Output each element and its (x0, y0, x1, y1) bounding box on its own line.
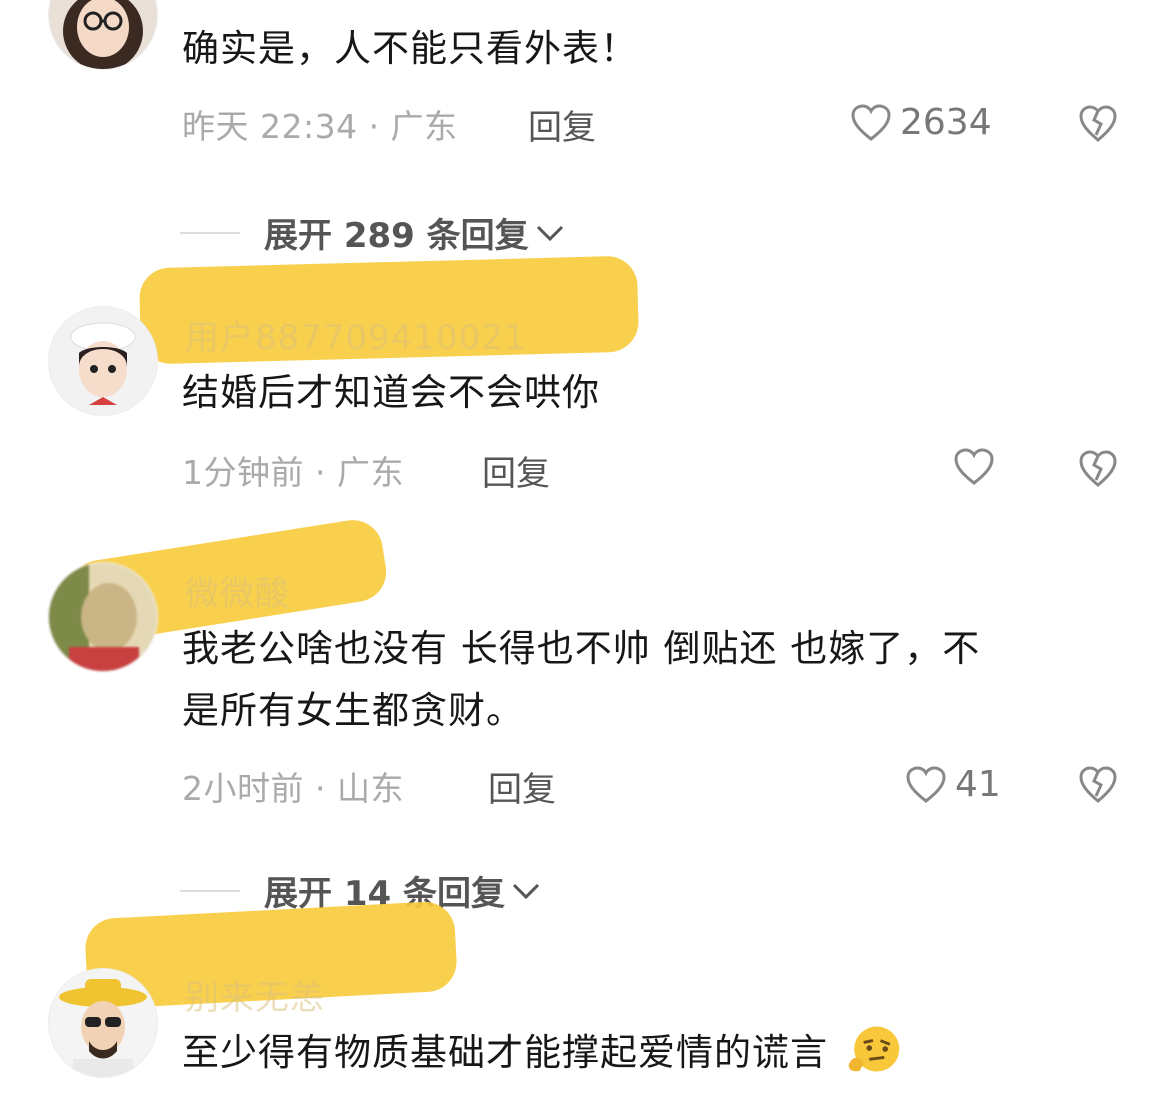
reply-button[interactable]: 回复 (482, 446, 550, 495)
avatar[interactable] (48, 306, 158, 416)
like-button[interactable]: 2634 (850, 102, 992, 143)
divider (180, 889, 240, 892)
reply-button[interactable]: 回复 (488, 762, 556, 811)
comment-text-content: 至少得有物质基础才能撑起爱情的谎言 (182, 1031, 828, 1074)
reply-button[interactable]: 回复 (528, 100, 596, 149)
like-button[interactable] (953, 448, 995, 486)
broken-heart-icon[interactable] (1078, 450, 1118, 488)
avatar[interactable] (48, 562, 158, 672)
expand-label: 展开 289 条回复 (264, 216, 529, 256)
chevron-down-icon (536, 225, 563, 241)
username[interactable]: 微微酸 (185, 566, 290, 615)
divider (180, 231, 240, 234)
like-count: 41 (955, 764, 1001, 805)
comment-text: 结婚后才知道会不会哄你 (182, 371, 600, 414)
chevron-down-icon (512, 883, 540, 899)
heart-icon (851, 103, 891, 141)
comment-meta: 2小时前 · 山东 (182, 769, 404, 808)
avatar[interactable] (48, 0, 158, 70)
expand-replies-button[interactable]: 展开 289 条回复 (180, 208, 567, 257)
comment-text: 我老公啥也没有 长得也不帅 倒贴还 也嫁了，不 (182, 627, 981, 670)
comment-text: 确实是，人不能只看外表！ (182, 27, 638, 70)
like-button[interactable]: 41 (905, 764, 1001, 805)
heart-icon (906, 765, 946, 803)
username[interactable]: 别来无恙 (185, 970, 325, 1019)
comment-text: 至少得有物质基础才能撑起爱情的谎言 (182, 1022, 903, 1084)
like-count: 2634 (900, 102, 992, 143)
avatar[interactable] (48, 968, 158, 1078)
thinking-face-icon (848, 1026, 900, 1072)
broken-heart-icon[interactable] (1078, 105, 1118, 143)
username[interactable]: 用户887709410021 (185, 310, 527, 359)
comment-text-continued: 是所有女生都贪财。 (182, 689, 524, 732)
comment-meta: 昨天 22:34 · 广东 (182, 107, 458, 146)
heart-icon (954, 448, 994, 485)
comment-meta: 1分钟前 · 广东 (182, 453, 404, 492)
broken-heart-icon[interactable] (1078, 766, 1118, 804)
